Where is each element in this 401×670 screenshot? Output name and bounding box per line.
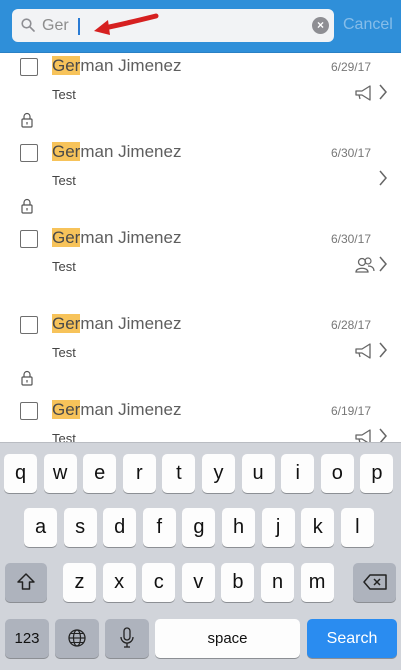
key-k[interactable]: k <box>301 508 335 547</box>
globe-key[interactable] <box>55 619 99 658</box>
message-date: 6/28/17 <box>330 318 371 332</box>
globe-icon <box>68 629 86 647</box>
select-checkbox[interactable] <box>20 58 38 76</box>
chevron-right-icon[interactable] <box>378 427 388 442</box>
key-m[interactable]: m <box>300 563 334 602</box>
message-subject: Test <box>52 87 76 102</box>
key-u[interactable]: u <box>241 454 275 493</box>
sender-name-rest: man Jimenez <box>80 314 182 333</box>
shift-icon <box>17 573 35 590</box>
key-g[interactable]: g <box>182 508 216 547</box>
select-checkbox[interactable] <box>20 316 38 334</box>
group-icon <box>355 257 375 273</box>
sender-name-rest: man Jimenez <box>80 142 182 161</box>
key-p[interactable]: p <box>360 454 394 493</box>
select-checkbox[interactable] <box>20 230 38 248</box>
chevron-right-icon[interactable] <box>378 169 388 187</box>
dictation-key[interactable] <box>105 619 149 658</box>
message-subject: Test <box>52 345 76 360</box>
key-s[interactable]: s <box>63 508 97 547</box>
numbers-key[interactable]: 123 <box>5 619 49 658</box>
message-row[interactable]: German Jimenez 6/19/17 Test <box>0 396 401 442</box>
message-subject: Test <box>52 431 76 442</box>
message-date: 6/19/17 <box>330 404 371 418</box>
key-n[interactable]: n <box>261 563 294 602</box>
backspace-key[interactable] <box>353 563 396 602</box>
chevron-right-icon[interactable] <box>378 83 388 101</box>
key-x[interactable]: x <box>102 563 136 602</box>
sender-name: German Jimenez <box>52 228 181 248</box>
key-z[interactable]: z <box>63 563 96 602</box>
search-match-highlight: Ger <box>52 400 81 419</box>
message-subject: Test <box>52 259 76 274</box>
key-r[interactable]: r <box>122 454 156 493</box>
search-key[interactable]: Search <box>307 619 397 658</box>
microphone-icon <box>120 627 134 648</box>
search-match-highlight: Ger <box>52 228 81 247</box>
lock-icon <box>21 198 33 214</box>
key-i[interactable]: i <box>281 454 315 493</box>
megaphone-icon <box>355 85 371 101</box>
message-row[interactable]: German Jimenez 6/28/17 Test <box>0 310 401 396</box>
message-row[interactable]: German Jimenez 6/29/17 Test <box>0 52 401 138</box>
sender-name: German Jimenez <box>52 314 181 334</box>
sender-name: German Jimenez <box>52 400 181 420</box>
annotation-arrow-icon <box>94 13 159 35</box>
key-w[interactable]: w <box>43 454 77 493</box>
search-match-highlight: Ger <box>52 56 81 75</box>
select-checkbox[interactable] <box>20 402 38 420</box>
keyboard: q w e r t y u i o p a s d f g h j k l z x c v b n m 123 space Search <box>0 442 401 670</box>
search-icon <box>21 18 35 32</box>
sender-name: German Jimenez <box>52 56 181 76</box>
key-q[interactable]: q <box>4 454 37 493</box>
message-date: 6/30/17 <box>330 146 371 160</box>
key-f[interactable]: f <box>142 508 176 547</box>
key-v[interactable]: v <box>181 563 215 602</box>
key-y[interactable]: y <box>202 454 235 493</box>
message-row[interactable]: German Jimenez 6/30/17 Test <box>0 138 401 224</box>
backspace-icon <box>362 574 387 590</box>
sender-name-rest: man Jimenez <box>80 56 182 75</box>
chevron-right-icon[interactable] <box>378 255 388 273</box>
select-checkbox[interactable] <box>20 144 38 162</box>
search-header: × Cancel <box>0 0 401 53</box>
message-date: 6/30/17 <box>330 232 371 246</box>
key-c[interactable]: c <box>142 563 176 602</box>
megaphone-icon <box>355 343 371 359</box>
message-list: German Jimenez 6/29/17 Test German Jimenez 6… <box>0 52 401 442</box>
key-h[interactable]: h <box>222 508 255 547</box>
key-o[interactable]: o <box>320 454 354 493</box>
clear-search-icon[interactable]: × <box>312 17 329 34</box>
space-key[interactable]: space <box>155 619 300 658</box>
search-match-highlight: Ger <box>52 142 81 161</box>
key-l[interactable]: l <box>340 508 374 547</box>
lock-icon <box>21 370 33 386</box>
message-row[interactable]: German Jimenez 6/30/17 Test <box>0 224 401 310</box>
lock-icon <box>21 112 33 128</box>
key-b[interactable]: b <box>221 563 255 602</box>
cancel-button[interactable]: Cancel <box>343 16 393 34</box>
search-match-highlight: Ger <box>52 314 81 333</box>
search-field[interactable]: × <box>12 9 334 42</box>
search-input[interactable] <box>42 13 302 38</box>
sender-name: German Jimenez <box>52 142 181 162</box>
text-cursor <box>78 18 80 35</box>
key-j[interactable]: j <box>261 508 295 547</box>
message-date: 6/29/17 <box>330 60 371 74</box>
chevron-right-icon[interactable] <box>378 341 388 359</box>
sender-name-rest: man Jimenez <box>80 400 182 419</box>
key-t[interactable]: t <box>162 454 196 493</box>
shift-key[interactable] <box>5 563 47 602</box>
key-a[interactable]: a <box>24 508 57 547</box>
key-e[interactable]: e <box>83 454 117 493</box>
key-d[interactable]: d <box>103 508 137 547</box>
megaphone-icon <box>355 429 371 442</box>
sender-name-rest: man Jimenez <box>80 228 182 247</box>
message-subject: Test <box>52 173 76 188</box>
